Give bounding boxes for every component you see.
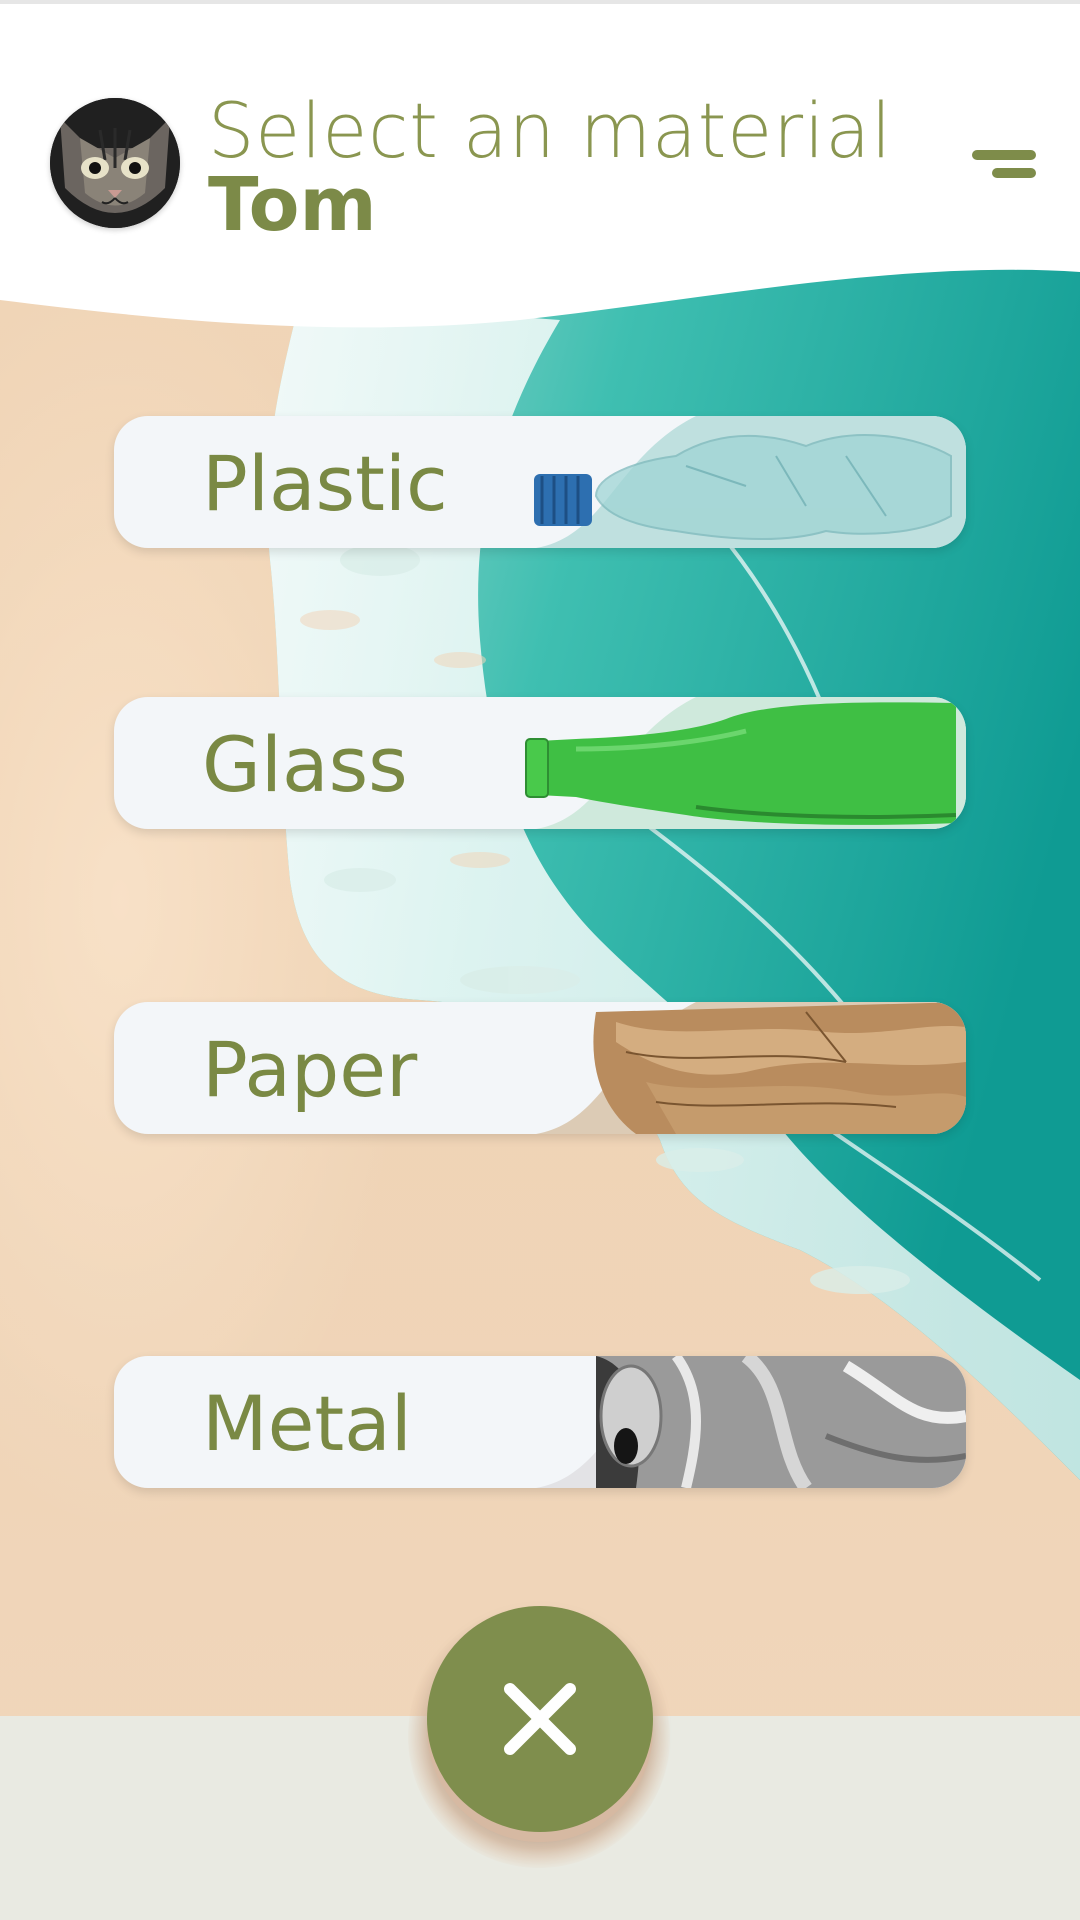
material-label: Paper [202, 1025, 418, 1114]
material-label: Metal [202, 1379, 412, 1468]
material-card-glass[interactable]: Glass [114, 697, 966, 829]
material-label: Plastic [202, 439, 448, 528]
username: Tom [208, 162, 377, 248]
status-strip [0, 0, 1080, 4]
close-button[interactable] [427, 1606, 653, 1832]
material-card-metal[interactable]: Metal [114, 1356, 966, 1488]
material-card-paper[interactable]: Paper [114, 1002, 966, 1134]
plastic-bottle-icon [534, 416, 966, 548]
paper-pile-icon [536, 1002, 966, 1134]
crushed-can-icon [536, 1356, 966, 1488]
glass-bottle-icon [525, 697, 966, 829]
material-card-plastic[interactable]: Plastic [114, 416, 966, 548]
avatar[interactable] [50, 98, 180, 228]
close-icon [504, 1683, 576, 1755]
menu-button[interactable] [968, 144, 1040, 184]
material-label: Glass [202, 720, 408, 809]
cat-avatar-icon [50, 98, 180, 228]
